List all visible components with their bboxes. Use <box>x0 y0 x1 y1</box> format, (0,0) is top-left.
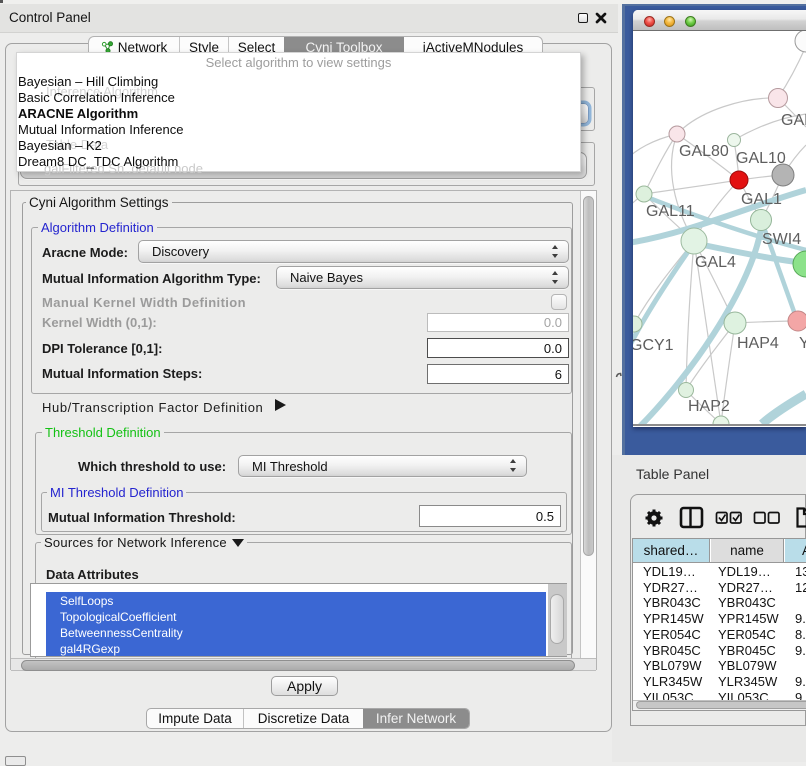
svg-text:SWI4: SWI4 <box>762 231 801 248</box>
svg-text:GAL1: GAL1 <box>741 191 782 208</box>
svg-text:GAL11: GAL11 <box>646 203 695 220</box>
svg-text:GCY1: GCY1 <box>633 337 674 354</box>
svg-text:GAL10: GAL10 <box>736 150 786 167</box>
svg-text:HAP4: HAP4 <box>737 335 779 352</box>
svg-text:GAL7: GAL7 <box>781 112 806 129</box>
svg-text:YB: YB <box>799 335 806 352</box>
svg-text:HAP2: HAP2 <box>688 398 730 415</box>
svg-text:GAL4: GAL4 <box>695 254 736 271</box>
svg-text:GAL80: GAL80 <box>679 143 729 160</box>
